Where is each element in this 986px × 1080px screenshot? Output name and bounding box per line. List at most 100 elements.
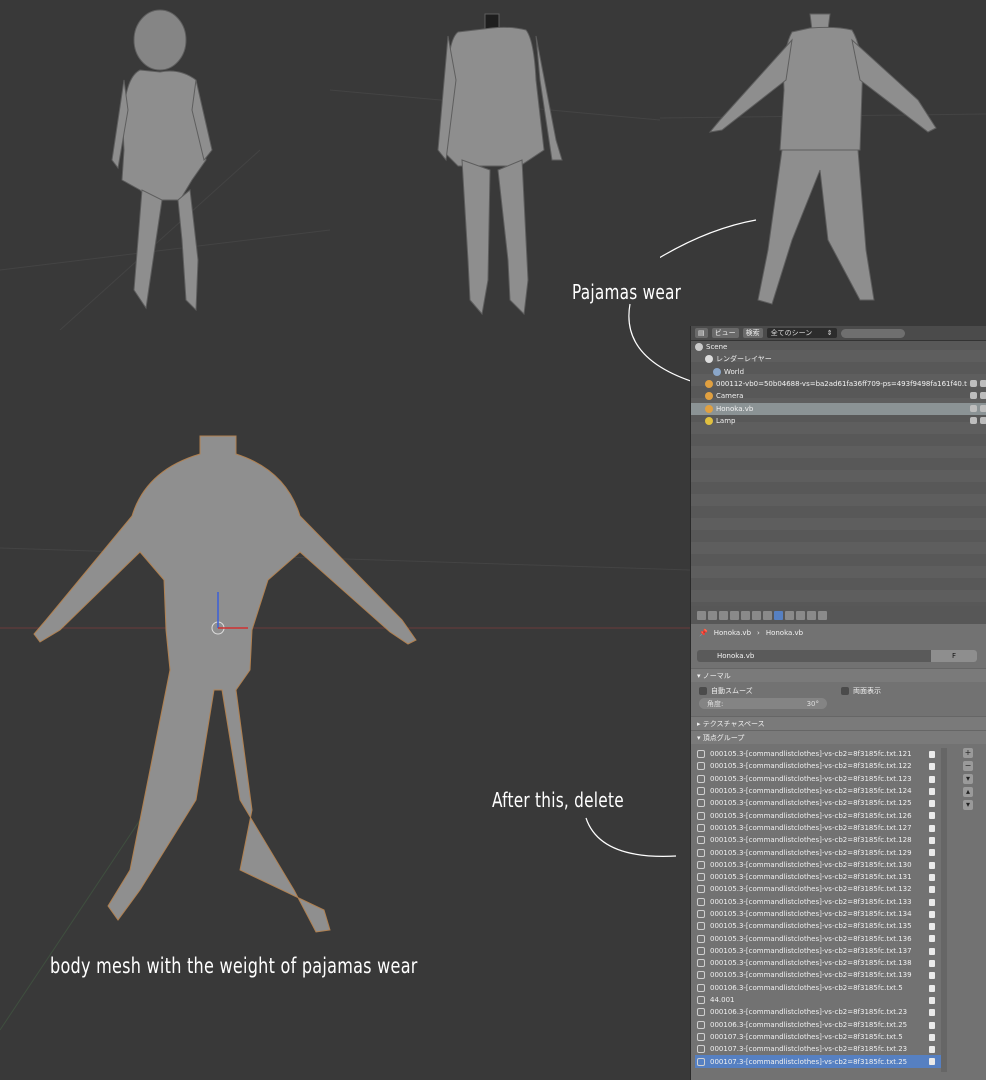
vertex-group-label: 000107.3-[commandlistclothes]-vs-cb2=8f3… <box>710 1032 903 1041</box>
lock-icon[interactable] <box>929 837 935 845</box>
vertex-group-row[interactable]: 000107.3-[commandlistclothes]-vs-cb2=8f3… <box>695 1031 945 1043</box>
vertex-group-row[interactable]: 000105.3-[commandlistclothes]-vs-cb2=8f3… <box>695 846 945 858</box>
tab-data[interactable] <box>774 610 783 620</box>
visibility-toggles[interactable] <box>970 392 986 400</box>
outliner-row[interactable]: Lamp <box>691 415 986 427</box>
vertex-group-row[interactable]: 000105.3-[commandlistclothes]-vs-cb2=8f3… <box>695 969 945 981</box>
vertex-group-row[interactable]: 000105.3-[commandlistclothes]-vs-cb2=8f3… <box>695 920 945 932</box>
viewport-pajamas-tpose[interactable] <box>660 0 986 330</box>
fake-user-button[interactable]: F <box>931 650 977 662</box>
vertex-group-row[interactable]: 000105.3-[commandlistclothes]-vs-cb2=8f3… <box>695 871 945 883</box>
tab-constraints[interactable] <box>752 610 761 620</box>
outliner-row[interactable]: World <box>691 366 986 378</box>
move-down-button[interactable]: ▾ <box>963 800 973 810</box>
lock-icon[interactable] <box>929 984 935 992</box>
lock-icon[interactable] <box>929 787 935 795</box>
lock-icon[interactable] <box>929 763 935 771</box>
outliner-row[interactable]: Camera <box>691 390 986 402</box>
vertex-group-scrollbar[interactable] <box>941 748 947 1072</box>
lock-icon[interactable] <box>929 996 935 1004</box>
vertex-group-row[interactable]: 000106.3-[commandlistclothes]-vs-cb2=8f3… <box>695 1006 945 1018</box>
vertex-group-row[interactable]: 000106.3-[commandlistclothes]-vs-cb2=8f3… <box>695 982 945 994</box>
lock-icon[interactable] <box>929 873 935 881</box>
visibility-toggles[interactable] <box>970 379 986 387</box>
outliner-search-input[interactable] <box>840 328 905 338</box>
tab-render-layers[interactable] <box>708 610 717 620</box>
lock-icon[interactable] <box>929 1058 935 1066</box>
view-menu[interactable]: ビュー <box>711 328 739 338</box>
visibility-toggles[interactable] <box>970 416 986 424</box>
lock-icon[interactable] <box>929 1033 935 1041</box>
lock-icon[interactable] <box>929 1046 935 1054</box>
vertex-group-row[interactable]: 000105.3-[commandlistclothes]-vs-cb2=8f3… <box>695 809 945 821</box>
editor-type-button[interactable]: ▤ <box>695 328 708 338</box>
vertex-groups-panel-header[interactable]: ▾ 頂点グループ <box>691 730 986 744</box>
lock-icon[interactable] <box>929 898 935 906</box>
vertex-group-row[interactable]: 000105.3-[commandlistclothes]-vs-cb2=8f3… <box>695 834 945 846</box>
viewport-full-outfit[interactable] <box>0 0 330 330</box>
vertex-group-row[interactable]: 000105.3-[commandlistclothes]-vs-cb2=8f3… <box>695 822 945 834</box>
outliner-row[interactable]: レンダーレイヤー <box>691 353 986 365</box>
lock-icon[interactable] <box>929 751 935 758</box>
vertex-group-row[interactable]: 000105.3-[commandlistclothes]-vs-cb2=8f3… <box>695 932 945 944</box>
mesh-name-field[interactable]: Honoka.vb F <box>697 650 977 662</box>
vertex-group-row[interactable]: 000107.3-[commandlistclothes]-vs-cb2=8f3… <box>695 1043 945 1055</box>
tab-particles[interactable] <box>807 610 816 620</box>
texture-space-panel-header[interactable]: ▸ テクスチャスペース <box>691 716 986 730</box>
add-vertex-group-button[interactable]: + <box>963 748 973 758</box>
vertex-group-row[interactable]: 000105.3-[commandlistclothes]-vs-cb2=8f3… <box>695 896 945 908</box>
vertex-group-row[interactable]: 000105.3-[commandlistclothes]-vs-cb2=8f3… <box>695 859 945 871</box>
specials-menu-button[interactable]: ▾ <box>963 774 973 784</box>
tab-modifiers[interactable] <box>763 610 772 620</box>
angle-field[interactable]: 角度: 30° <box>699 698 827 709</box>
lock-icon[interactable] <box>929 947 935 955</box>
lock-icon[interactable] <box>929 800 935 808</box>
lock-icon[interactable] <box>929 812 935 820</box>
vertex-group-row[interactable]: 000105.3-[commandlistclothes]-vs-cb2=8f3… <box>695 773 945 785</box>
vertex-group-row[interactable]: 000105.3-[commandlistclothes]-vs-cb2=8f3… <box>695 785 945 797</box>
vertex-group-row[interactable]: 000105.3-[commandlistclothes]-vs-cb2=8f3… <box>695 797 945 809</box>
lock-icon[interactable] <box>929 1009 935 1017</box>
tab-world[interactable] <box>730 610 739 620</box>
vertex-group-row[interactable]: 000105.3-[commandlistclothes]-vs-cb2=8f3… <box>695 760 945 772</box>
vertex-group-row[interactable]: 000106.3-[commandlistclothes]-vs-cb2=8f3… <box>695 1019 945 1031</box>
vertex-group-row[interactable]: 000105.3-[commandlistclothes]-vs-cb2=8f3… <box>695 908 945 920</box>
outliner-row[interactable]: Scene <box>691 341 986 353</box>
outliner-row[interactable]: Honoka.vb <box>691 402 986 415</box>
vertex-group-row[interactable]: 000105.3-[commandlistclothes]-vs-cb2=8f3… <box>695 957 945 969</box>
search-menu[interactable]: 検索 <box>742 328 763 338</box>
lock-icon[interactable] <box>929 910 935 918</box>
lock-icon[interactable] <box>929 861 935 869</box>
auto-smooth-checkbox[interactable]: 自動スムーズ <box>699 686 753 696</box>
normals-panel-header[interactable]: ▾ ノーマル <box>691 668 986 682</box>
vertex-group-row[interactable]: 000105.3-[commandlistclothes]-vs-cb2=8f3… <box>695 748 945 760</box>
vertex-group-icon <box>697 934 705 943</box>
lock-icon[interactable] <box>929 1021 935 1029</box>
lock-icon[interactable] <box>929 923 935 931</box>
pin-icon[interactable]: 📌 <box>699 629 708 637</box>
double-sided-checkbox[interactable]: 両面表示 <box>841 686 881 696</box>
tab-texture[interactable] <box>796 610 805 620</box>
tab-scene[interactable] <box>719 610 728 620</box>
tab-object[interactable] <box>741 610 750 620</box>
display-mode-select[interactable]: 全てのシーン ⇕ <box>766 328 837 338</box>
lock-icon[interactable] <box>929 849 935 857</box>
move-up-button[interactable]: ▴ <box>963 787 973 797</box>
vertex-group-list[interactable]: 000105.3-[commandlistclothes]-vs-cb2=8f3… <box>695 748 945 1072</box>
vertex-group-row[interactable]: 000105.3-[commandlistclothes]-vs-cb2=8f3… <box>695 883 945 895</box>
lock-icon[interactable] <box>929 775 935 783</box>
vertex-group-row[interactable]: 000107.3-[commandlistclothes]-vs-cb2=8f3… <box>695 1055 945 1068</box>
vertex-group-row[interactable]: 44.001 <box>695 994 945 1006</box>
remove-vertex-group-button[interactable]: − <box>963 761 973 771</box>
tab-material[interactable] <box>785 610 794 620</box>
vertex-group-row[interactable]: 000105.3-[commandlistclothes]-vs-cb2=8f3… <box>695 945 945 957</box>
lock-icon[interactable] <box>929 935 935 943</box>
visibility-toggles[interactable] <box>970 404 986 412</box>
tab-render[interactable] <box>697 610 706 620</box>
lock-icon[interactable] <box>929 824 935 832</box>
lock-icon[interactable] <box>929 960 935 968</box>
lock-icon[interactable] <box>929 886 935 894</box>
tab-physics[interactable] <box>818 610 827 620</box>
outliner-row[interactable]: 000112-vb0=50b04688-vs=ba2ad61fa36ff709-… <box>691 378 986 390</box>
lock-icon[interactable] <box>929 972 935 980</box>
